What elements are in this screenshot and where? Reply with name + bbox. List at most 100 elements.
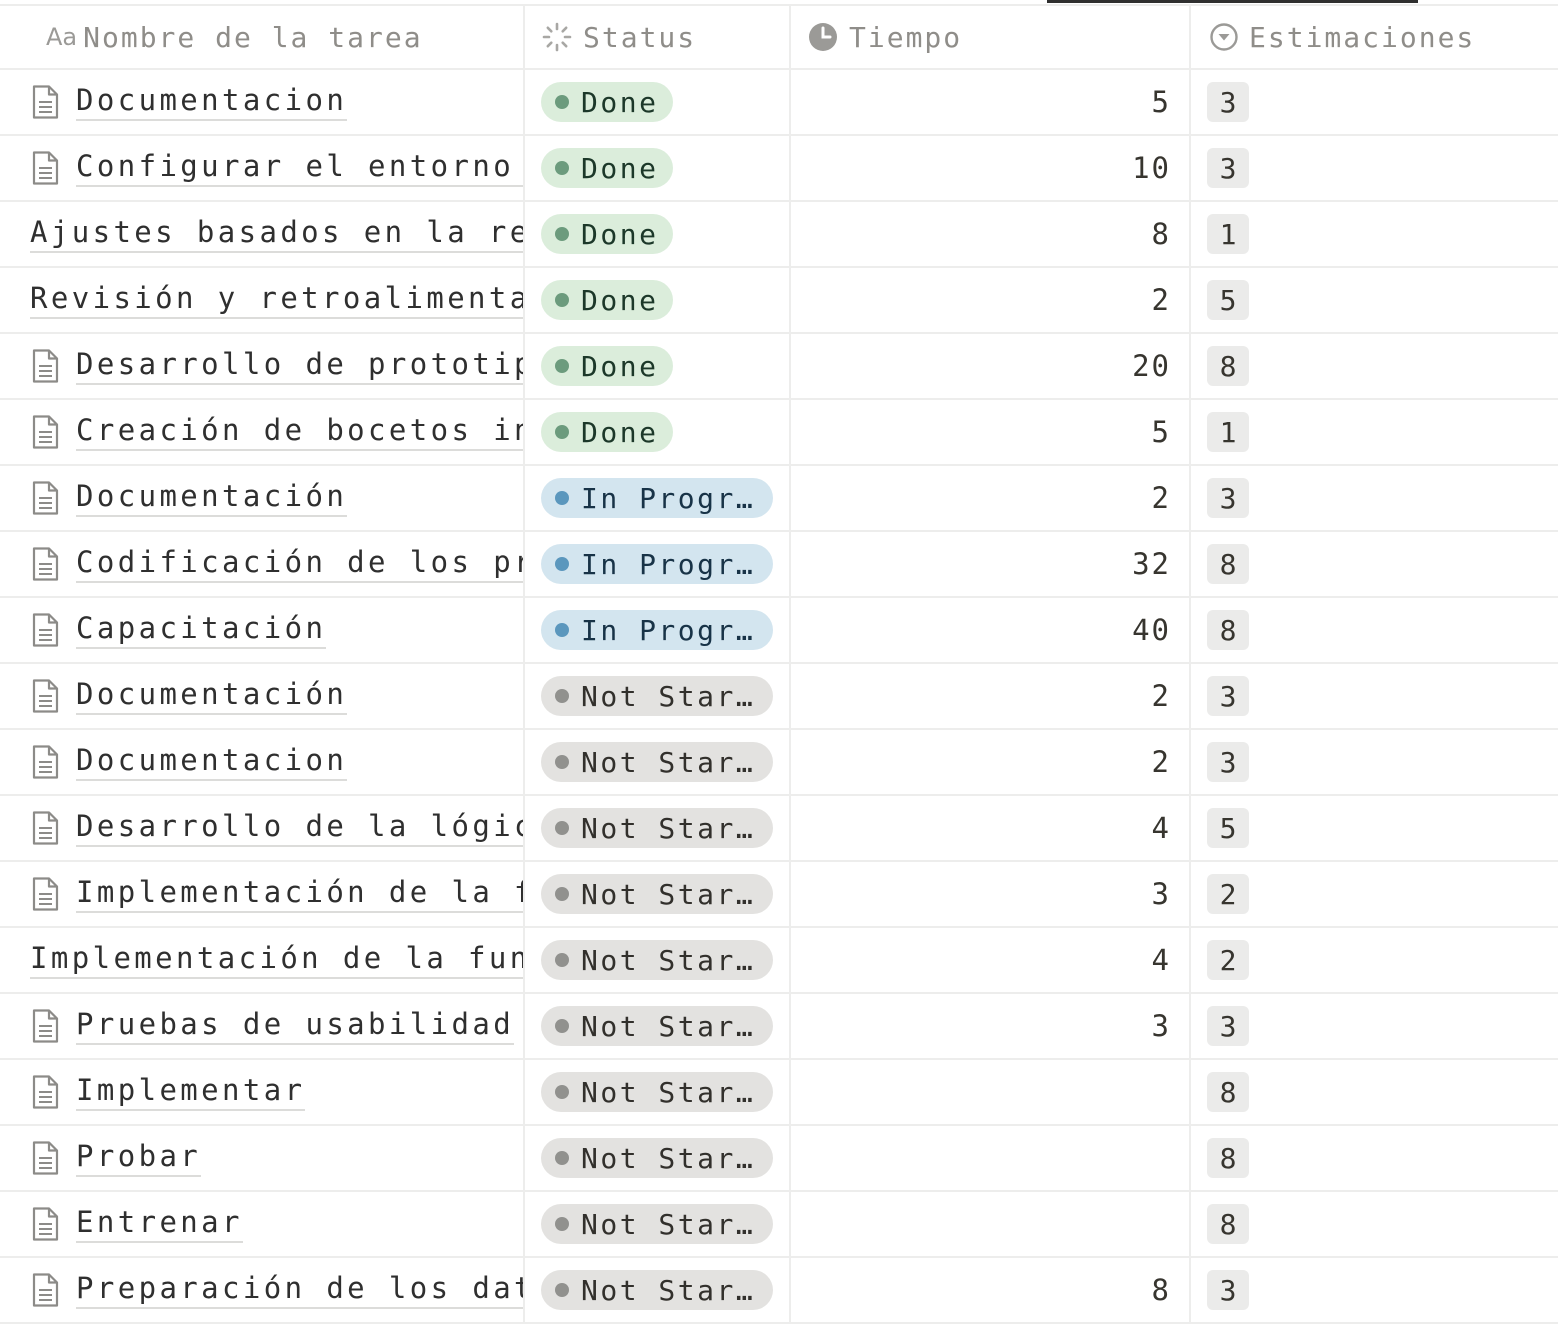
status-cell[interactable]: Not Star…: [525, 928, 791, 992]
status-cell[interactable]: Not Star…: [525, 862, 791, 926]
column-header-status[interactable]: Status: [525, 6, 791, 68]
table-row[interactable]: Implementar Not Star… 8: [0, 1060, 1558, 1126]
time-cell[interactable]: 8: [791, 202, 1191, 266]
estimaciones-cell[interactable]: 3: [1191, 136, 1558, 200]
table-row[interactable]: Documentación In Progr… 2 3: [0, 466, 1558, 532]
status-badge[interactable]: Done: [541, 412, 673, 452]
task-name[interactable]: Codificación de los proto: [76, 545, 523, 583]
status-cell[interactable]: Not Star…: [525, 1192, 791, 1256]
status-cell[interactable]: Not Star…: [525, 994, 791, 1058]
time-cell[interactable]: 2: [791, 268, 1191, 332]
table-row[interactable]: Capacitación In Progr… 40 8: [0, 598, 1558, 664]
task-name[interactable]: Desarrollo de la lógica p: [76, 809, 523, 847]
time-cell[interactable]: [791, 1192, 1191, 1256]
status-cell[interactable]: Not Star…: [525, 1258, 791, 1322]
estimaciones-cell[interactable]: 8: [1191, 334, 1558, 398]
status-badge[interactable]: Not Star…: [541, 808, 773, 848]
time-cell[interactable]: 3: [791, 862, 1191, 926]
table-row[interactable]: Desarrollo de la lógica p Not Star… 4 5: [0, 796, 1558, 862]
task-name[interactable]: Pruebas de usabilidad: [76, 1007, 515, 1045]
task-name-cell[interactable]: Implementar: [0, 1060, 525, 1124]
table-row[interactable]: Implementación de la func Not Star… 3 2: [0, 862, 1558, 928]
estimaciones-cell[interactable]: 1: [1191, 202, 1558, 266]
task-name-cell[interactable]: Creación de bocetos inic:: [0, 400, 525, 464]
table-row[interactable]: Documentacion Not Star… 2 3: [0, 730, 1558, 796]
table-row[interactable]: Documentación Not Star… 2 3: [0, 664, 1558, 730]
task-name[interactable]: Implementar: [76, 1073, 306, 1111]
estimaciones-cell[interactable]: 8: [1191, 1126, 1558, 1190]
table-row[interactable]: Documentacion Done 5 3: [0, 70, 1558, 136]
column-header-estimaciones[interactable]: Estimaciones: [1191, 6, 1558, 68]
time-cell[interactable]: 5: [791, 70, 1191, 134]
status-badge[interactable]: Not Star…: [541, 874, 773, 914]
estimaciones-cell[interactable]: 3: [1191, 664, 1558, 728]
status-cell[interactable]: Done: [525, 268, 791, 332]
task-name[interactable]: Documentacion: [76, 743, 348, 781]
time-cell[interactable]: 4: [791, 796, 1191, 860]
task-name-cell[interactable]: Documentacion: [0, 730, 525, 794]
task-name-cell[interactable]: Documentacion: [0, 70, 525, 134]
task-name-cell[interactable]: Capacitación: [0, 598, 525, 662]
task-name-cell[interactable]: Codificación de los proto: [0, 532, 525, 596]
task-name-cell[interactable]: Pruebas de usabilidad: [0, 994, 525, 1058]
task-name-cell[interactable]: Desarrollo de prototipos: [0, 334, 525, 398]
task-name-cell[interactable]: Ajustes basados en la retro: [0, 202, 525, 266]
table-row[interactable]: Probar Not Star… 8: [0, 1126, 1558, 1192]
status-cell[interactable]: In Progr…: [525, 532, 791, 596]
status-badge[interactable]: Done: [541, 148, 673, 188]
estimaciones-cell[interactable]: 8: [1191, 1060, 1558, 1124]
table-row[interactable]: Pruebas de usabilidad Not Star… 3 3: [0, 994, 1558, 1060]
task-name[interactable]: Implementación de la func: [76, 875, 523, 913]
status-badge[interactable]: Done: [541, 214, 673, 254]
column-header-name[interactable]: Aa Nombre de la tarea: [0, 6, 525, 68]
status-cell[interactable]: Not Star…: [525, 1126, 791, 1190]
status-badge[interactable]: In Progr…: [541, 478, 773, 518]
status-badge[interactable]: Not Star…: [541, 940, 773, 980]
estimaciones-cell[interactable]: 5: [1191, 796, 1558, 860]
table-row[interactable]: Codificación de los proto In Progr… 32 8: [0, 532, 1558, 598]
status-badge[interactable]: Not Star…: [541, 1270, 773, 1310]
status-badge[interactable]: Not Star…: [541, 1204, 773, 1244]
estimaciones-cell[interactable]: 1: [1191, 400, 1558, 464]
status-cell[interactable]: In Progr…: [525, 598, 791, 662]
task-name[interactable]: Documentación: [76, 479, 348, 517]
estimaciones-cell[interactable]: 3: [1191, 70, 1558, 134]
status-cell[interactable]: Not Star…: [525, 730, 791, 794]
task-name[interactable]: Documentacion: [76, 83, 348, 121]
table-row[interactable]: Revisión y retroalimentació Done 2 5: [0, 268, 1558, 334]
status-badge[interactable]: Not Star…: [541, 742, 773, 782]
task-name-cell[interactable]: Probar: [0, 1126, 525, 1190]
time-cell[interactable]: [791, 1126, 1191, 1190]
status-badge[interactable]: Not Star…: [541, 676, 773, 716]
time-cell[interactable]: 5: [791, 400, 1191, 464]
task-name[interactable]: Revisión y retroalimentació: [30, 281, 523, 319]
status-badge[interactable]: Done: [541, 346, 673, 386]
task-name[interactable]: Entrenar: [76, 1205, 243, 1243]
time-cell[interactable]: 2: [791, 730, 1191, 794]
status-cell[interactable]: Done: [525, 136, 791, 200]
status-cell[interactable]: In Progr…: [525, 466, 791, 530]
status-cell[interactable]: Done: [525, 202, 791, 266]
estimaciones-cell[interactable]: 3: [1191, 730, 1558, 794]
task-name[interactable]: Preparación de los datos: [76, 1271, 523, 1309]
task-name[interactable]: Implementación de la funcio: [30, 941, 523, 979]
status-cell[interactable]: Done: [525, 334, 791, 398]
time-cell[interactable]: 8: [791, 1258, 1191, 1322]
status-cell[interactable]: Not Star…: [525, 796, 791, 860]
status-cell[interactable]: Not Star…: [525, 664, 791, 728]
status-cell[interactable]: Done: [525, 70, 791, 134]
table-row[interactable]: Preparación de los datos Not Star… 8 3: [0, 1258, 1558, 1324]
task-name-cell[interactable]: Entrenar: [0, 1192, 525, 1256]
status-cell[interactable]: Not Star…: [525, 1060, 791, 1124]
time-cell[interactable]: 20: [791, 334, 1191, 398]
time-cell[interactable]: 10: [791, 136, 1191, 200]
task-name-cell[interactable]: Implementación de la funcio: [0, 928, 525, 992]
estimaciones-cell[interactable]: 2: [1191, 928, 1558, 992]
time-cell[interactable]: 3: [791, 994, 1191, 1058]
status-badge[interactable]: Done: [541, 82, 673, 122]
task-name[interactable]: Ajustes basados en la retro: [30, 215, 523, 253]
task-name-cell[interactable]: Preparación de los datos: [0, 1258, 525, 1322]
status-cell[interactable]: Done: [525, 400, 791, 464]
task-name[interactable]: Probar: [76, 1139, 202, 1177]
status-badge[interactable]: Not Star…: [541, 1138, 773, 1178]
